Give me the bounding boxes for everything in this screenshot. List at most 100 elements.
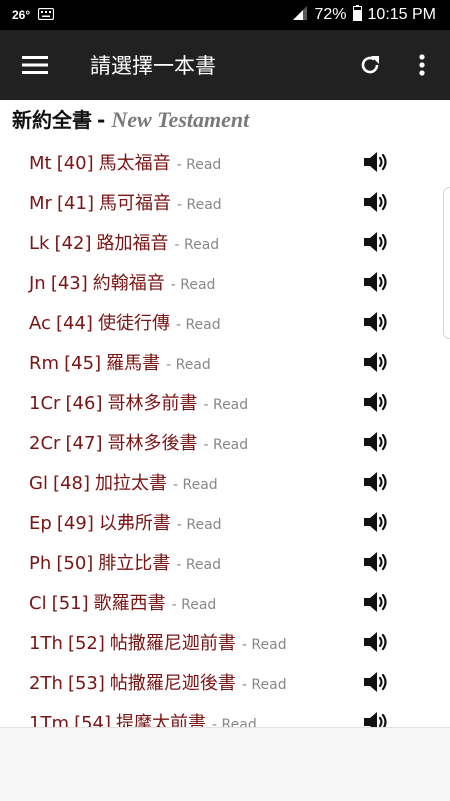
book-row[interactable]: Jn [43] 約翰福音 - Read [0, 262, 450, 302]
book-name: 歌羅西書 [93, 593, 166, 614]
book-name: 哥林多後書 [107, 433, 198, 454]
book-number: [45] [64, 353, 102, 374]
signal-icon [292, 5, 308, 25]
read-link[interactable]: - Read [203, 437, 248, 453]
book-number: [44] [56, 313, 93, 334]
read-link[interactable]: - Read [242, 677, 287, 693]
book-number: [50] [56, 553, 94, 574]
book-name: 羅馬書 [106, 353, 161, 374]
book-number: [47] [65, 433, 103, 454]
book-abbreviation: Cl [29, 593, 47, 614]
speaker-icon[interactable] [362, 349, 390, 375]
book-link[interactable]: Ep [49] 以弗所書 - Read [29, 509, 222, 535]
book-row[interactable]: Rm [45] 羅馬書 - Read [0, 342, 450, 382]
scroll-indicator[interactable] [443, 187, 450, 339]
book-link[interactable]: Ac [44] 使徒行傳 - Read [29, 309, 221, 335]
speaker-icon[interactable] [362, 669, 390, 695]
book-row[interactable]: Ac [44] 使徒行傳 - Read [0, 302, 450, 342]
book-number: [40] [56, 153, 94, 174]
keyboard-notification-icon [38, 7, 55, 23]
book-row[interactable]: Lk [42] 路加福音 - Read [0, 222, 450, 262]
speaker-icon[interactable] [362, 549, 390, 575]
book-number: [43] [50, 273, 88, 294]
book-row[interactable]: Cl [51] 歌羅西書 - Read [0, 582, 450, 622]
book-name: 帖撒羅尼迦後書 [109, 673, 236, 694]
book-row[interactable]: 1Cr [46] 哥林多前書 - Read [0, 382, 450, 422]
speaker-icon[interactable] [362, 469, 390, 495]
status-bar: 26° 72% 10:15 PM [0, 0, 450, 30]
section-header: 新約全書 - New Testament [12, 104, 249, 134]
book-row[interactable]: Mt [40] 馬太福音 - Read [0, 142, 450, 182]
book-link[interactable]: 2Th [53] 帖撒羅尼迦後書 - Read [29, 669, 287, 695]
book-number: [49] [56, 513, 94, 534]
book-link[interactable]: 2Cr [47] 哥林多後書 - Read [29, 429, 248, 455]
speaker-icon[interactable] [362, 269, 390, 295]
speaker-icon[interactable] [362, 429, 390, 455]
read-link[interactable]: - Read [203, 397, 248, 413]
book-abbreviation: Jn [29, 273, 46, 294]
read-link[interactable]: - Read [177, 157, 222, 173]
battery-percent: 72% [314, 6, 347, 23]
book-abbreviation: Ac [29, 313, 51, 334]
refresh-icon [361, 56, 379, 74]
book-row[interactable]: Gl [48] 加拉太書 - Read [0, 462, 450, 502]
book-row[interactable]: 1Tm [54] 提摩太前書 - Read [0, 702, 450, 727]
book-link[interactable]: 1Th [52] 帖撒羅尼迦前書 - Read [29, 629, 287, 655]
speaker-icon[interactable] [362, 309, 390, 335]
speaker-icon[interactable] [362, 189, 390, 215]
book-link[interactable]: 1Cr [46] 哥林多前書 - Read [29, 389, 248, 415]
book-name: 以弗所書 [98, 513, 171, 534]
read-link[interactable]: - Read [175, 237, 220, 253]
speaker-icon[interactable] [362, 589, 390, 615]
book-link[interactable]: Jn [43] 約翰福音 - Read [29, 269, 215, 295]
book-number: [52] [67, 633, 105, 654]
read-link[interactable]: - Read [172, 597, 217, 613]
book-row[interactable]: 1Th [52] 帖撒羅尼迦前書 - Read [0, 622, 450, 662]
book-row[interactable]: 2Th [53] 帖撒羅尼迦後書 - Read [0, 662, 450, 702]
book-number: [46] [65, 393, 103, 414]
read-link[interactable]: - Read [176, 317, 221, 333]
speaker-icon[interactable] [362, 389, 390, 415]
temperature-text: 26° [12, 8, 31, 22]
book-abbreviation: Rm [29, 353, 60, 374]
book-row[interactable]: Mr [41] 馬可福音 - Read [0, 182, 450, 222]
book-link[interactable]: Ph [50] 腓立比書 - Read [29, 549, 221, 575]
refresh-button[interactable] [350, 30, 390, 100]
book-name: 馬太福音 [98, 153, 171, 174]
menu-button[interactable] [0, 30, 70, 100]
book-link[interactable]: Rm [45] 羅馬書 - Read [29, 349, 211, 375]
book-row[interactable]: 2Cr [47] 哥林多後書 - Read [0, 422, 450, 462]
speaker-icon[interactable] [362, 709, 390, 727]
more-vert-icon [419, 54, 425, 76]
book-abbreviation: 2Th [29, 673, 63, 694]
section-separator: - [97, 108, 106, 132]
book-link[interactable]: 1Tm [54] 提摩太前書 - Read [29, 709, 257, 727]
section-title-chinese: 新約全書 [12, 108, 92, 132]
speaker-icon[interactable] [362, 509, 390, 535]
speaker-icon[interactable] [362, 149, 390, 175]
book-link[interactable]: Lk [42] 路加福音 - Read [29, 229, 219, 255]
more-options-button[interactable] [404, 30, 440, 100]
app-title: 請選擇一本書 [90, 54, 216, 78]
read-link[interactable]: - Read [171, 277, 216, 293]
app-bar: 請選擇一本書 [0, 30, 450, 100]
speaker-icon[interactable] [362, 629, 390, 655]
read-link[interactable]: - Read [166, 357, 211, 373]
read-link[interactable]: - Read [173, 477, 218, 493]
book-abbreviation: Gl [29, 473, 48, 494]
book-abbreviation: Mr [29, 193, 52, 214]
book-link[interactable]: Mt [40] 馬太福音 - Read [29, 149, 221, 175]
book-link[interactable]: Gl [48] 加拉太書 - Read [29, 469, 218, 495]
book-link[interactable]: Cl [51] 歌羅西書 - Read [29, 589, 216, 615]
book-row[interactable]: Ep [49] 以弗所書 - Read [0, 502, 450, 542]
book-row[interactable]: Ph [50] 腓立比書 - Read [0, 542, 450, 582]
read-link[interactable]: - Read [177, 517, 222, 533]
read-link[interactable]: - Read [212, 717, 257, 727]
read-link[interactable]: - Read [177, 197, 222, 213]
book-name: 馬可福音 [98, 193, 171, 214]
battery-icon [352, 4, 362, 26]
book-link[interactable]: Mr [41] 馬可福音 - Read [29, 189, 222, 215]
read-link[interactable]: - Read [242, 637, 287, 653]
read-link[interactable]: - Read [176, 557, 221, 573]
speaker-icon[interactable] [362, 229, 390, 255]
